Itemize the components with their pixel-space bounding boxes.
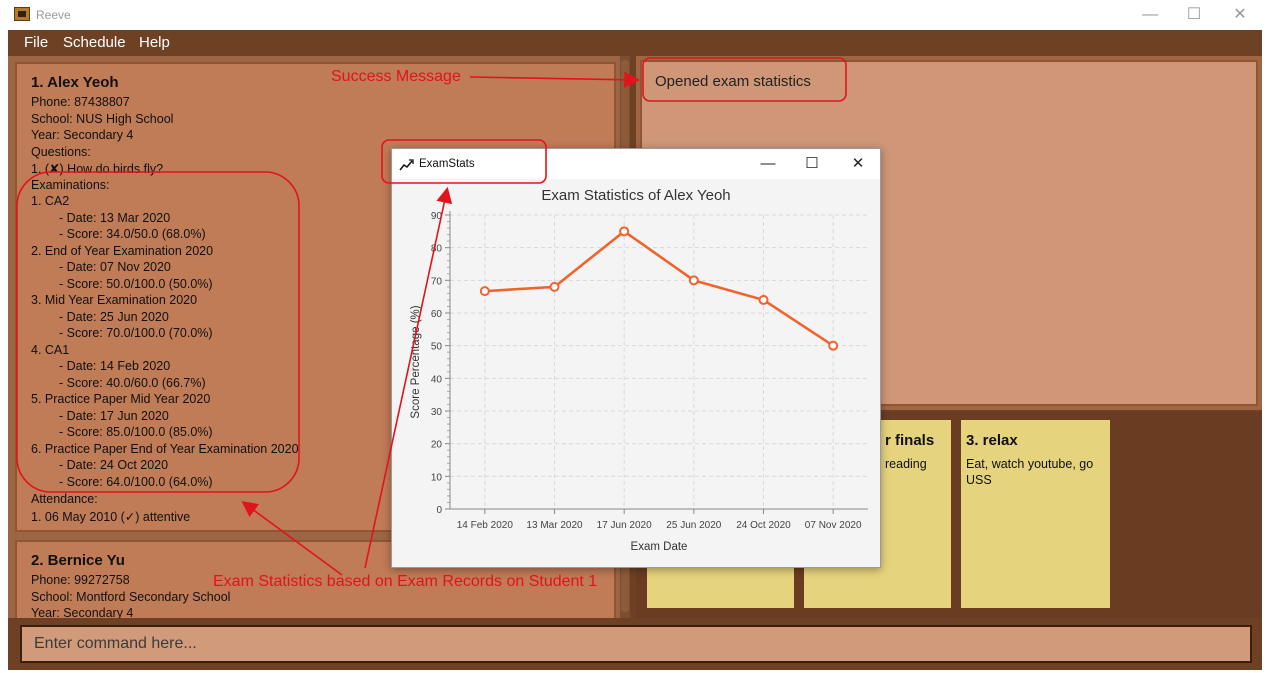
student-year: Year: Secondary 4 [31,128,134,142]
chart-y-axis-label: Score Percentage (%) [410,305,422,418]
exam-name: 4. CA1 [31,343,70,357]
exam-name: 6. Practice Paper End of Year Examinatio… [31,442,299,456]
exam-stats-chart: Exam Statistics of Alex Yeoh 0 10 20 30 40 50 6… [410,187,868,553]
window-title: Reeve [36,8,71,22]
chart-x-tick-label: 17 Jun 2020 [597,520,652,531]
exam-date: - Date: 13 Mar 2020 [59,211,171,225]
exam-stats-titlebar: ExamStats — ☐ ✕ [392,149,880,179]
line-chart-icon [399,159,414,171]
question-item: 1. (✘) How do birds fly? [31,162,164,176]
exam-stats-minimize-button[interactable]: — [748,153,788,175]
annotation-exam-statistics: Exam Statistics based on Exam Records on… [213,573,598,590]
close-button[interactable]: ✕ [1220,4,1260,26]
chart-y-tick-label: 80 [431,244,443,255]
exam-date: - Date: 07 Nov 2020 [59,260,171,274]
chart-y-tick-label: 90 [431,211,443,222]
attendance-header: Attendance: [31,492,98,506]
exam-stats-title: ExamStats [419,158,475,170]
chart-y-tick-label: 10 [431,472,443,483]
app-logo-icon [14,7,30,21]
chart-data-point [688,275,699,286]
minimize-button[interactable]: — [1130,4,1170,26]
examinations-header: Examinations: [31,178,110,192]
chart-data-point [549,281,560,292]
chart-title: Exam Statistics of Alex Yeoh [541,187,730,204]
chart-data-point [619,226,630,237]
exam-score: - Score: 40.0/60.0 (66.7%) [59,376,206,390]
schedule-description: Eat, watch youtube, go USS [966,457,1094,487]
student-name: 1. Alex Yeoh [31,74,119,91]
chart-y-tick-label: 60 [431,309,443,320]
exam-score: - Score: 70.0/100.0 (70.0%) [59,326,213,340]
chart-x-tick-label: 25 Jun 2020 [666,520,721,531]
chart-data-point [758,294,769,305]
exam-date: - Date: 24 Oct 2020 [59,458,169,472]
menu-file[interactable]: File [24,34,48,51]
menu-help[interactable]: Help [139,34,170,51]
student-phone: Phone: 87438807 [31,95,130,109]
menu-bar: File Schedule Help [8,30,1262,56]
chart-x-tick-label: 24 Oct 2020 [736,520,791,531]
exam-score: - Score: 64.0/100.0 (64.0%) [59,475,213,489]
chart-y-tick-label: 30 [431,407,443,418]
chart-y-tick-label: 40 [431,374,443,385]
chart-x-tick-label: 14 Feb 2020 [457,520,514,531]
annotation-success-message: Success Message [331,68,461,85]
chart-data-point [479,286,490,297]
student-name: 2. Bernice Yu [31,552,125,569]
command-input[interactable] [20,625,1252,663]
chart-y-tick-label: 50 [431,342,443,353]
window-titlebar: Reeve — ☐ ✕ [0,0,1266,30]
chart-x-axis-label: Exam Date [631,541,688,553]
result-message: Opened exam statistics [655,73,811,90]
student-phone: Phone: 99272758 [31,573,130,587]
student-year: Year: Secondary 4 [31,606,134,618]
maximize-button[interactable]: ☐ [1174,4,1214,26]
exam-date: - Date: 17 Jun 2020 [59,409,169,423]
menu-schedule[interactable]: Schedule [63,34,126,51]
student-school: School: Montford Secondary School [31,590,231,604]
exam-name: 1. CA2 [31,194,70,208]
schedule-description: reading [885,457,927,471]
exam-stats-window: ExamStats — ☐ ✕ Exam Statistics of Alex … [391,148,881,568]
chart-x-tick-label: 07 Nov 2020 [805,520,862,531]
exam-name: 3. Mid Year Examination 2020 [31,293,198,307]
chart-data-point [828,340,839,351]
schedule-title: r finals [885,432,935,449]
exam-date: - Date: 25 Jun 2020 [59,310,169,324]
questions-header: Questions: [31,145,91,159]
exam-date: - Date: 14 Feb 2020 [59,359,171,373]
chart-y-tick-label: 0 [436,505,442,516]
attendance-item: 1. 06 May 2010 (✓) attentive [31,510,191,524]
exam-stats-maximize-button[interactable]: ☐ [792,153,832,175]
chart-y-tick-label: 70 [431,276,443,287]
schedule-title: 3. relax [966,432,1018,449]
exam-score: - Score: 50.0/100.0 (50.0%) [59,277,213,291]
exam-name: 5. Practice Paper Mid Year 2020 [31,392,211,406]
schedule-card-3: 3. relax Eat, watch youtube, go USS [961,420,1110,608]
student-school: School: NUS High School [31,112,174,126]
chart-series-line [484,230,834,347]
chart-y-tick-label: 20 [431,440,443,451]
exam-stats-close-button[interactable]: ✕ [838,153,878,175]
chart-x-tick-label: 13 Mar 2020 [526,520,583,531]
exam-score: - Score: 85.0/100.0 (85.0%) [59,425,213,439]
exam-name: 2. End of Year Examination 2020 [31,244,214,258]
exam-score: - Score: 34.0/50.0 (68.0%) [59,227,206,241]
